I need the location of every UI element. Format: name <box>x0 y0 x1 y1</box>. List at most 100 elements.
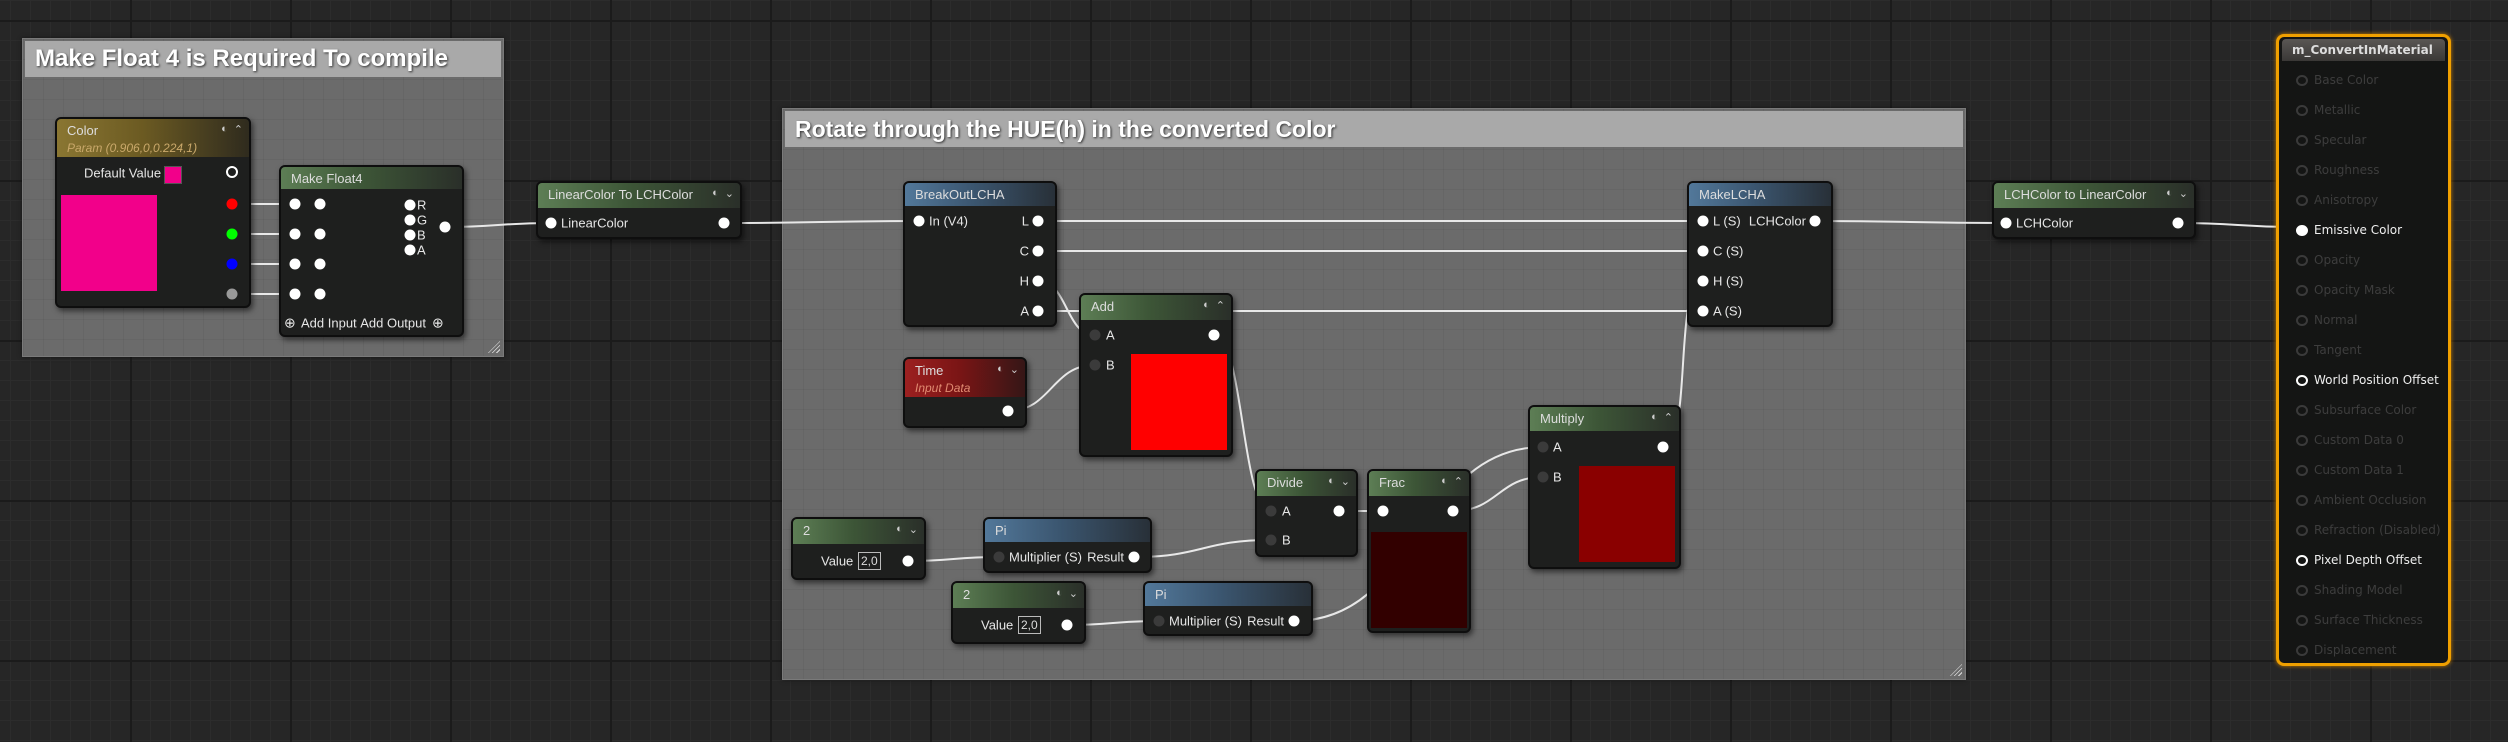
preview-toggle-icon[interactable]: ◐ <box>1651 411 1658 424</box>
output-pin[interactable] <box>2172 217 2184 229</box>
node-pi1[interactable]: Pi <box>983 517 1152 573</box>
node-header[interactable]: Pi <box>985 519 1150 542</box>
node-makefloat4[interactable]: Make Float4 <box>279 165 464 337</box>
comment-title[interactable]: Make Float 4 is Required To compile <box>25 41 501 77</box>
rgba-output-pin[interactable] <box>226 166 238 178</box>
pin-icon[interactable] <box>2296 525 2308 536</box>
material-pin-subsurface-color[interactable]: Subsurface Color <box>2296 403 2416 417</box>
preview-toggle-icon[interactable]: ◐ <box>712 187 719 200</box>
input-pin-b[interactable] <box>1265 534 1277 546</box>
input-pin-a[interactable] <box>1537 441 1549 453</box>
chevron-down-icon[interactable]: ⌄ <box>1341 475 1350 488</box>
chevron-up-icon[interactable]: ⌃ <box>1454 475 1463 488</box>
pin-icon[interactable] <box>2296 435 2308 446</box>
output-pin[interactable] <box>1032 245 1044 257</box>
chevron-up-icon[interactable]: ⌃ <box>1216 299 1225 312</box>
material-pin-pixel-depth-offset[interactable]: Pixel Depth Offset <box>2296 553 2422 567</box>
node-header[interactable]: LinearColor To LCHColor ◐ ⌄ <box>538 183 740 208</box>
output-pin[interactable] <box>1061 619 1073 631</box>
comment-title[interactable]: Rotate through the HUE(h) in the convert… <box>785 111 1963 147</box>
alpha-output-pin[interactable] <box>226 288 238 300</box>
pin-icon[interactable] <box>2296 375 2308 386</box>
green-output-pin[interactable] <box>226 228 238 240</box>
input-pin-a[interactable] <box>1265 505 1277 517</box>
output-pin[interactable] <box>1032 215 1044 227</box>
node-header[interactable]: 2 ◐ ⌄ <box>793 519 924 544</box>
material-pin-roughness[interactable]: Roughness <box>2296 163 2379 177</box>
input-pin[interactable] <box>289 288 301 300</box>
pin-icon[interactable] <box>2296 195 2308 206</box>
material-pin-ambient-occlusion[interactable]: Ambient Occlusion <box>2296 493 2426 507</box>
input-pin-a[interactable] <box>1089 329 1101 341</box>
material-pin-refraction-disabled[interactable]: Refraction (Disabled) <box>2296 523 2441 537</box>
node-header[interactable]: Divide ◐ ⌄ <box>1257 471 1356 496</box>
material-pin-tangent[interactable]: Tangent <box>2296 343 2362 357</box>
value-field[interactable]: 2,0 <box>858 552 881 570</box>
output-pin[interactable] <box>1208 329 1220 341</box>
material-pin-base-color[interactable]: Base Color <box>2296 73 2378 87</box>
output-pin[interactable] <box>1657 441 1669 453</box>
material-pin-world-position-offset[interactable]: World Position Offset <box>2296 373 2439 387</box>
output-pin[interactable] <box>902 555 914 567</box>
input-pin-b[interactable] <box>1089 359 1101 371</box>
input-pin[interactable] <box>993 551 1005 563</box>
add-input-plus-icon[interactable]: ⊕ <box>284 315 296 332</box>
output-pin[interactable] <box>1032 275 1044 287</box>
preview-toggle-icon[interactable]: ◐ <box>896 523 903 536</box>
node-time[interactable]: Time Input Data ◐ ⌄ <box>903 357 1027 428</box>
pin-icon[interactable] <box>2296 135 2308 146</box>
node-header[interactable]: MakeLCHA <box>1689 183 1831 206</box>
material-pin-emissive-color[interactable]: Emissive Color <box>2296 223 2402 237</box>
internal-pin[interactable] <box>314 258 326 270</box>
input-pin[interactable] <box>1697 305 1709 317</box>
node-header[interactable]: 2 ◐ ⌄ <box>953 583 1084 608</box>
value-field[interactable]: 2,0 <box>1018 616 1041 634</box>
internal-pin[interactable] <box>404 244 416 256</box>
input-pin[interactable] <box>289 258 301 270</box>
input-pin-b[interactable] <box>1537 471 1549 483</box>
output-pin[interactable] <box>1288 615 1300 627</box>
pin-icon[interactable] <box>2296 75 2308 86</box>
preview-toggle-icon[interactable]: ◐ <box>1056 587 1063 600</box>
resize-handle[interactable] <box>1950 664 1962 676</box>
node-header[interactable]: Frac ◐ ⌃ <box>1369 471 1469 496</box>
pin-icon[interactable] <box>2296 405 2308 416</box>
pin-icon[interactable] <box>2296 285 2308 296</box>
output-pin[interactable] <box>439 221 451 233</box>
pin-icon[interactable] <box>2296 315 2308 326</box>
material-pin-specular[interactable]: Specular <box>2296 133 2366 147</box>
chevron-up-icon[interactable]: ⌃ <box>1664 411 1673 424</box>
material-pin-anisotropy[interactable]: Anisotropy <box>2296 193 2378 207</box>
input-pin[interactable] <box>1697 275 1709 287</box>
chevron-down-icon[interactable]: ⌄ <box>725 187 734 200</box>
output-pin[interactable] <box>1002 405 1014 417</box>
node-header[interactable]: Time Input Data ◐ ⌄ <box>905 359 1025 397</box>
material-pin-normal[interactable]: Normal <box>2296 313 2357 327</box>
node-makelcha[interactable]: MakeLCHA <box>1687 181 1833 327</box>
input-pin[interactable] <box>2000 217 2012 229</box>
node-header[interactable]: Color Param (0.906,0,0.224,1) ◐ ⌃ <box>57 119 249 157</box>
blue-output-pin[interactable] <box>226 258 238 270</box>
output-pin[interactable] <box>718 217 730 229</box>
input-pin[interactable] <box>1153 615 1165 627</box>
chevron-down-icon[interactable]: ⌄ <box>909 523 918 536</box>
material-output-node[interactable]: m_ConvertInMaterial Base Color Metallic Sp… <box>2276 34 2451 666</box>
output-pin[interactable] <box>1032 305 1044 317</box>
internal-pin[interactable] <box>404 199 416 211</box>
input-pin[interactable] <box>1377 505 1389 517</box>
material-pin-displacement[interactable]: Displacement <box>2296 643 2397 657</box>
preview-toggle-icon[interactable]: ◐ <box>221 123 228 136</box>
pin-icon[interactable] <box>2296 225 2308 236</box>
material-pin-shading-model[interactable]: Shading Model <box>2296 583 2403 597</box>
material-pin-opacity[interactable]: Opacity <box>2296 253 2360 267</box>
output-pin[interactable] <box>1447 505 1459 517</box>
chevron-up-icon[interactable]: ⌃ <box>234 123 243 136</box>
internal-pin[interactable] <box>314 198 326 210</box>
preview-toggle-icon[interactable]: ◐ <box>1203 299 1210 312</box>
preview-toggle-icon[interactable]: ◐ <box>1441 475 1448 488</box>
node-const2[interactable]: 2 ◐ ⌄ <box>951 581 1086 644</box>
input-pin[interactable] <box>289 228 301 240</box>
input-pin[interactable] <box>289 198 301 210</box>
preview-toggle-icon[interactable]: ◐ <box>1328 475 1335 488</box>
output-pin[interactable] <box>1809 215 1821 227</box>
